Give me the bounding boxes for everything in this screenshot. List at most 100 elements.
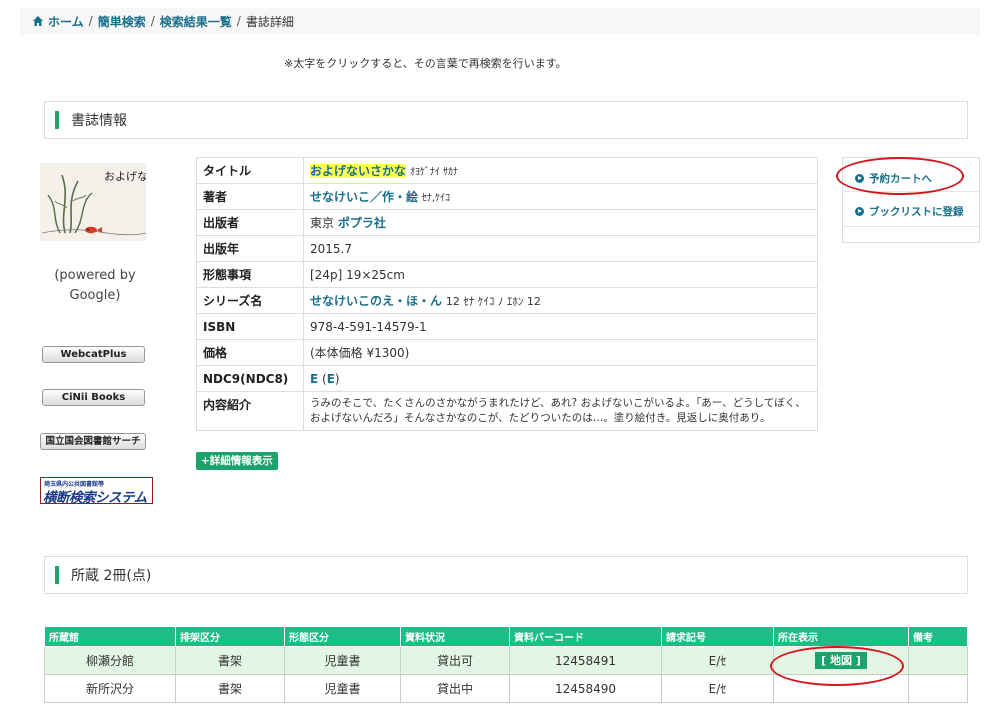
series-label: シリーズ名 — [196, 287, 304, 314]
breadcrumb-results-link[interactable]: 検索結果一覧 — [160, 13, 232, 30]
col-shelf: 排架区分 — [175, 626, 285, 647]
price-value: (本体価格 ¥1300) — [303, 339, 818, 366]
breadcrumb-separator: / — [150, 14, 155, 28]
detail-row-year: 出版年 2015.7 — [196, 235, 818, 262]
author-label: 著者 — [196, 183, 304, 210]
title-value: およげないさかな ｵﾖｹﾞﾅｲ ｻｶﾅ — [303, 157, 818, 184]
series-value: せなけいこのえ・ほ・ん 12 ｾﾅ ｹｲｺ ﾉ ｴﾎﾝ 12 — [303, 287, 818, 314]
publisher-value: 東京 ポプラ社 — [303, 209, 818, 236]
form-value: [24p] 19×25cm — [303, 261, 818, 288]
detail-row-publisher: 出版者 東京 ポプラ社 — [196, 209, 818, 236]
table-row: 柳瀬分館 書架 児童書 貸出可 12458491 E/ｾ [ 地図 ] — [44, 646, 968, 675]
holdings-table: 所蔵館 排架区分 形態区分 資料状況 資料バーコード 請求記号 所在表示 備考 … — [44, 626, 968, 703]
book-cover-image[interactable]: およげない さかな — [40, 163, 146, 241]
circle-arrow-icon — [855, 174, 864, 183]
col-call-number: 請求記号 — [661, 626, 774, 647]
isbn-label: ISBN — [196, 313, 304, 340]
section-accent-bar — [55, 111, 59, 129]
holdings-header-row: 所蔵館 排架区分 形態区分 資料状況 資料バーコード 請求記号 所在表示 備考 — [44, 626, 968, 647]
title-link[interactable]: およげないさかな — [310, 164, 407, 178]
ndc-label: NDC9(NDC8) — [196, 365, 304, 392]
saitama-banner-big: 横断検索システム — [43, 490, 147, 506]
reserve-cart-label: 予約カートへ — [869, 173, 932, 185]
cell-call-number: E/ｾ — [661, 646, 774, 675]
detail-row-ndc: NDC9(NDC8) E (E) — [196, 365, 818, 392]
author-kana: ｾﾅ,ｹｲｺ — [421, 193, 451, 204]
cell-shelf: 書架 — [175, 646, 285, 675]
cell-library: 柳瀬分館 — [44, 646, 176, 675]
summary-value: うみのそこで、たくさんのさかながうまれたけど、あれ? およげないこがいるよ。「あ… — [303, 391, 818, 431]
action-divider — [843, 226, 979, 227]
cell-call-number: E/ｾ — [661, 674, 774, 703]
cover-handwritten-title: およげない さかな — [104, 170, 146, 183]
publisher-label: 出版者 — [196, 209, 304, 236]
year-value: 2015.7 — [303, 235, 818, 262]
title-label: タイトル — [196, 157, 304, 184]
search-hint-note: ※太字をクリックすると、その言葉で再検索を行います。 — [284, 57, 567, 70]
bib-detail-table: タイトル およげないさかな ｵﾖｹﾞﾅｲ ｻｶﾅ 著者 せなけいこ／作・絵 ｾﾅ… — [196, 157, 818, 431]
cell-library: 新所沢分 — [44, 674, 176, 703]
isbn-value: 978-4-591-14579-1 — [303, 313, 818, 340]
cell-shelf: 書架 — [175, 674, 285, 703]
form-label: 形態事項 — [196, 261, 304, 288]
col-status: 資料状況 — [400, 626, 510, 647]
booklist-register-link[interactable]: ブックリストに登録 — [855, 204, 964, 219]
detail-row-form: 形態事項 [24p] 19×25cm — [196, 261, 818, 288]
cell-location: [ 地図 ] — [773, 646, 909, 675]
home-icon — [33, 16, 43, 26]
cell-remarks — [908, 674, 968, 703]
action-divider — [843, 191, 979, 192]
ndc-value: E (E) — [303, 365, 818, 392]
ndc-paren-close: ) — [334, 371, 340, 386]
publisher-link[interactable]: ポプラ社 — [338, 216, 386, 230]
detail-row-series: シリーズ名 せなけいこのえ・ほ・ん 12 ｾﾅ ｹｲｺ ﾉ ｴﾎﾝ 12 — [196, 287, 818, 314]
detail-row-title: タイトル およげないさかな ｵﾖｹﾞﾅｲ ｻｶﾅ — [196, 157, 818, 184]
cell-barcode: 12458491 — [509, 646, 662, 675]
cinii-books-button[interactable]: CiNii Books — [42, 389, 145, 406]
breadcrumb-simple-search-link[interactable]: 簡単検索 — [98, 13, 146, 30]
title-kana: ｵﾖｹﾞﾅｲ ｻｶﾅ — [409, 167, 459, 178]
detail-row-author: 著者 せなけいこ／作・絵 ｾﾅ,ｹｲｺ — [196, 183, 818, 210]
circle-arrow-icon — [855, 207, 864, 216]
cell-form: 児童書 — [284, 674, 401, 703]
series-rest: 12 ｾﾅ ｹｲｺ ﾉ ｴﾎﾝ 12 — [445, 295, 541, 308]
breadcrumb-separator: / — [236, 14, 241, 28]
ndc8-link[interactable]: E — [327, 372, 335, 386]
reserve-cart-link[interactable]: 予約カートへ — [855, 171, 932, 186]
author-value: せなけいこ／作・絵 ｾﾅ,ｹｲｺ — [303, 183, 818, 210]
bib-section-title: 書誌情報 — [71, 113, 127, 129]
col-location: 所在表示 — [773, 626, 909, 647]
year-label: 出版年 — [196, 235, 304, 262]
author-link[interactable]: せなけいこ／作・絵 — [310, 190, 418, 204]
holdings-section-title: 所蔵 2冊(点) — [71, 568, 152, 584]
cell-status: 貸出中 — [400, 674, 510, 703]
powered-by-google: (powered by Google) — [54, 268, 136, 303]
ndc9-link[interactable]: E — [310, 372, 318, 386]
saitama-cross-search-banner[interactable]: 埼玉県内公共図書館等 横断検索システム — [40, 477, 153, 506]
cell-remarks — [908, 646, 968, 675]
booklist-register-label: ブックリストに登録 — [869, 206, 964, 218]
action-panel: 予約カートへ ブックリストに登録 — [842, 157, 980, 243]
detail-row-summary: 内容紹介 うみのそこで、たくさんのさかながうまれたけど、あれ? およげないこがい… — [196, 391, 818, 431]
holdings-section-header: 所蔵 2冊(点) — [44, 556, 968, 594]
ndl-search-button[interactable]: 国立国会図書館サーチ — [40, 433, 146, 450]
col-barcode: 資料バーコード — [509, 626, 662, 647]
breadcrumb-home-link[interactable]: ホーム — [48, 13, 84, 30]
col-remarks: 備考 — [908, 626, 968, 647]
bib-section-header: 書誌情報 — [44, 101, 968, 139]
webcatplus-button[interactable]: WebcatPlus — [42, 346, 145, 363]
col-library: 所蔵館 — [44, 626, 176, 647]
cell-form: 児童書 — [284, 646, 401, 675]
breadcrumb-separator: / — [88, 14, 93, 28]
breadcrumb-current: 書誌詳細 — [245, 14, 294, 29]
cell-location — [773, 674, 909, 703]
cell-status: 貸出可 — [400, 646, 510, 675]
detail-row-isbn: ISBN 978-4-591-14579-1 — [196, 313, 818, 340]
map-button[interactable]: [ 地図 ] — [815, 652, 867, 669]
cell-barcode: 12458490 — [509, 674, 662, 703]
col-form: 形態区分 — [284, 626, 401, 647]
section-accent-bar — [55, 566, 59, 584]
show-more-details-button[interactable]: +詳細情報表示 — [196, 452, 278, 470]
detail-row-price: 価格 (本体価格 ¥1300) — [196, 339, 818, 366]
series-link[interactable]: せなけいこのえ・ほ・ん — [310, 294, 442, 308]
